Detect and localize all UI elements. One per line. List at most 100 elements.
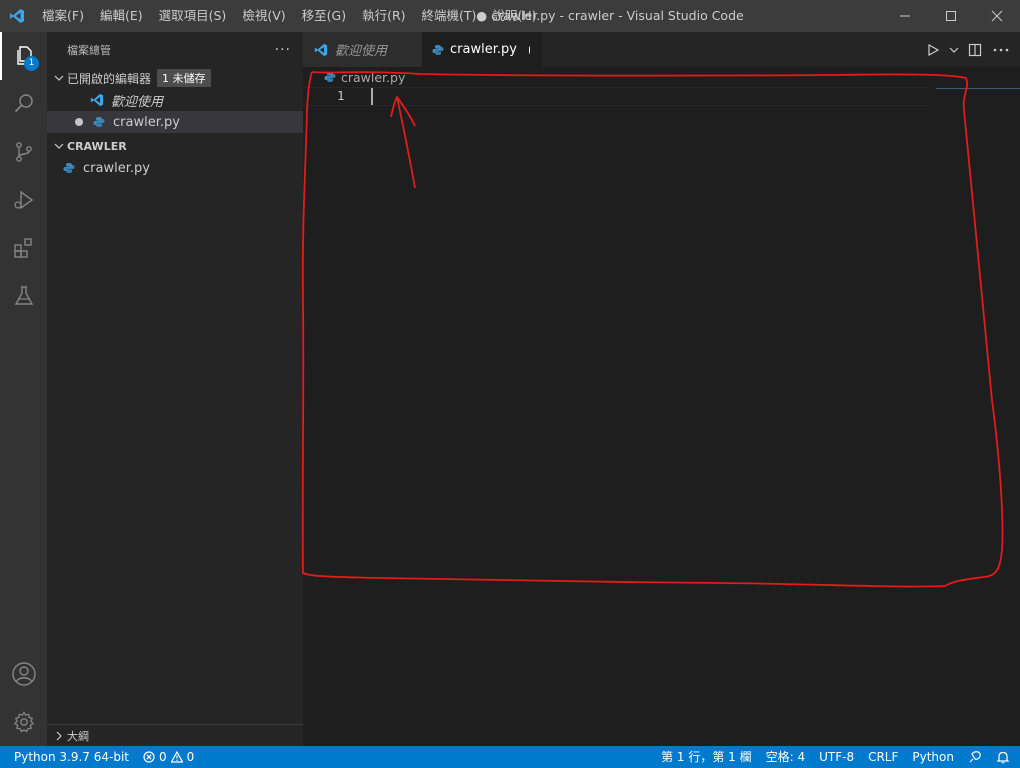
- menu-edit[interactable]: 編輯(E): [92, 0, 151, 32]
- open-editor-item-welcome[interactable]: 歡迎使用: [47, 89, 303, 111]
- tab-label: crawler.py: [450, 42, 517, 57]
- file-item-crawler[interactable]: crawler.py: [47, 157, 303, 179]
- chevron-down-icon: [51, 138, 67, 154]
- bell-icon: [996, 751, 1010, 764]
- open-editors-header[interactable]: 已開啟的編輯器 1 未儲存: [47, 67, 303, 89]
- minimize-icon: [900, 15, 910, 17]
- status-bar-right: 第 1 行，第 1 欄 空格: 4 UTF-8 CRLF Python: [654, 746, 1020, 768]
- open-editors-label: 已開啟的編輯器: [67, 71, 152, 86]
- file-label: crawler.py: [83, 160, 150, 176]
- run-debug-icon: [13, 190, 33, 210]
- status-bar: Python 3.9.7 64-bit 0 0 第 1 行，第 1 欄 空格: …: [0, 746, 1020, 768]
- menu-terminal[interactable]: 終端機(T): [414, 0, 485, 32]
- chevron-right-icon: [51, 728, 67, 744]
- gear-icon: [13, 711, 34, 733]
- activity-bar: 1: [0, 32, 47, 746]
- open-editor-label: 歡迎使用: [111, 94, 164, 110]
- encoding[interactable]: UTF-8: [812, 746, 861, 768]
- activity-testing[interactable]: [0, 272, 47, 320]
- text-cursor: [371, 88, 373, 105]
- vscode-logo-icon: [0, 0, 34, 32]
- sidebar-title: 檔案總管: [67, 43, 111, 57]
- unsaved-dot-icon[interactable]: [528, 45, 530, 54]
- line-ending[interactable]: CRLF: [861, 746, 905, 768]
- title-bar: 檔案(F) 編輯(E) 選取項目(S) 檢視(V) 移至(G) 執行(R) 終端…: [0, 0, 1020, 32]
- minimize-button[interactable]: [882, 0, 928, 32]
- tab-crawler[interactable]: crawler.py: [422, 32, 542, 67]
- folder-header[interactable]: CRAWLER: [47, 135, 303, 157]
- unsaved-badge: 1 未儲存: [157, 69, 211, 87]
- close-button[interactable]: [974, 0, 1020, 32]
- menu-go[interactable]: 移至(G): [294, 0, 354, 32]
- python-file-icon: [61, 160, 77, 176]
- menu-file[interactable]: 檔案(F): [34, 0, 92, 32]
- run-dropdown-button[interactable]: [948, 39, 960, 61]
- menu-bar: 檔案(F) 編輯(E) 選取項目(S) 檢視(V) 移至(G) 執行(R) 終端…: [34, 0, 545, 32]
- sidebar-header: 檔案總管 ···: [47, 32, 303, 67]
- vscode-logo-icon: [89, 92, 105, 108]
- activity-source-control[interactable]: [0, 128, 47, 176]
- flask-icon: [14, 286, 33, 305]
- error-icon: [143, 751, 155, 763]
- line-number: 1: [337, 88, 345, 103]
- language-mode[interactable]: Python: [905, 746, 961, 768]
- menu-view[interactable]: 檢視(V): [234, 0, 293, 32]
- current-line-highlight: [303, 87, 928, 106]
- python-interpreter[interactable]: Python 3.9.7 64-bit: [0, 746, 136, 768]
- account-icon: [11, 662, 36, 686]
- split-editor-icon: [968, 43, 982, 56]
- activity-run-debug[interactable]: [0, 176, 47, 224]
- explorer-badge: 1: [24, 56, 39, 71]
- more-actions-button[interactable]: ···: [275, 42, 291, 58]
- code-editor[interactable]: 1: [303, 87, 1020, 746]
- more-icon: [993, 48, 1009, 51]
- menu-selection[interactable]: 選取項目(S): [151, 0, 235, 32]
- notifications-button[interactable]: [989, 746, 1020, 768]
- play-icon: [928, 43, 940, 56]
- error-count: 0: [159, 750, 167, 764]
- open-editor-item-crawler[interactable]: crawler.py: [47, 111, 303, 133]
- chevron-down-icon: [949, 47, 959, 53]
- close-icon: [991, 10, 1003, 22]
- activity-explorer[interactable]: 1: [0, 32, 47, 80]
- split-editor-button[interactable]: [964, 39, 986, 61]
- chevron-down-icon: [51, 70, 67, 86]
- cursor-position[interactable]: 第 1 行，第 1 欄: [654, 746, 759, 768]
- activity-extensions[interactable]: [0, 224, 47, 272]
- minimap-viewport[interactable]: [936, 88, 1020, 89]
- python-file-icon: [91, 114, 107, 130]
- extensions-icon: [13, 238, 32, 258]
- run-file-button[interactable]: [922, 39, 944, 61]
- activity-search[interactable]: [0, 80, 47, 128]
- explorer-sidebar: 檔案總管 ··· 已開啟的編輯器 1 未儲存 歡迎使用 crawler.py C…: [47, 32, 303, 746]
- problems-indicator[interactable]: 0 0: [136, 746, 201, 768]
- feedback-button[interactable]: [961, 746, 989, 768]
- tab-label: 歡迎使用: [335, 44, 388, 59]
- indentation[interactable]: 空格: 4: [759, 746, 813, 768]
- vscode-logo-icon: [313, 42, 329, 58]
- maximize-button[interactable]: [928, 0, 974, 32]
- folder-label: CRAWLER: [67, 139, 127, 153]
- python-file-icon: [432, 42, 444, 58]
- editor-actions: [922, 32, 1020, 67]
- source-control-icon: [15, 142, 32, 162]
- breadcrumb[interactable]: crawler.py: [303, 67, 1020, 87]
- menu-help[interactable]: 說明(H): [484, 0, 544, 32]
- more-actions-button[interactable]: [990, 39, 1012, 61]
- search-icon: [14, 94, 33, 113]
- warning-count: 0: [186, 750, 195, 764]
- feedback-icon: [969, 751, 981, 763]
- python-file-icon: [323, 70, 337, 84]
- editor-tabs: 歡迎使用 crawler.py: [303, 32, 1020, 67]
- breadcrumb-file[interactable]: crawler.py: [341, 70, 405, 85]
- window-controls: [882, 0, 1020, 32]
- outline-label: 大綱: [67, 729, 89, 743]
- outline-section-header[interactable]: 大綱: [47, 724, 303, 746]
- activity-accounts[interactable]: [0, 650, 47, 698]
- warning-icon: [170, 751, 183, 763]
- activity-manage[interactable]: [0, 698, 47, 746]
- maximize-icon: [946, 11, 956, 21]
- unsaved-dot-icon: [75, 118, 83, 126]
- tab-welcome[interactable]: 歡迎使用: [303, 32, 422, 67]
- menu-run[interactable]: 執行(R): [354, 0, 413, 32]
